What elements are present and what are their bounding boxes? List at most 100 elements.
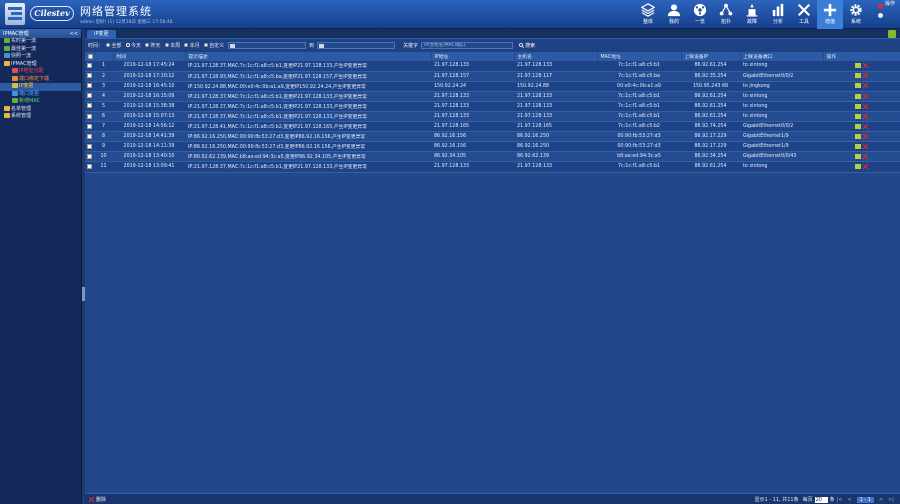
next-page-icon[interactable]: > bbox=[878, 497, 884, 503]
select-all-checkbox[interactable] bbox=[88, 53, 93, 59]
nav-tools[interactable]: 工具 bbox=[791, 0, 817, 29]
edit-icon[interactable] bbox=[854, 123, 861, 129]
edit-icon[interactable] bbox=[854, 93, 861, 99]
nav-system[interactable]: 系统 bbox=[843, 0, 869, 29]
cell-host: 21.97.128.133 bbox=[514, 91, 597, 102]
prev-page-icon[interactable]: < bbox=[847, 497, 853, 503]
alarm-indicator[interactable]: 操作 bbox=[877, 2, 897, 28]
row-checkbox[interactable] bbox=[87, 113, 92, 119]
delete-icon[interactable] bbox=[863, 123, 869, 129]
tab-ip-change[interactable]: IP变更 bbox=[87, 30, 116, 39]
column-header[interactable]: 时间 bbox=[113, 52, 186, 61]
edit-icon[interactable] bbox=[854, 103, 861, 109]
row-checkbox[interactable] bbox=[87, 143, 92, 149]
sidebar-item[interactable]: IP地址分配 bbox=[0, 68, 81, 76]
nav-value-added[interactable]: 增值 bbox=[817, 0, 843, 29]
sidebar-item[interactable]: 名单管理 bbox=[0, 105, 81, 114]
sidebar-tree: 实时第一流 最佳第一流 快照一流 IPMAC管理 IP地址分配 端口绑定下端 IP变更 端口变… bbox=[0, 38, 81, 121]
sidebar-item[interactable]: 最佳第一流 bbox=[0, 45, 81, 54]
column-header[interactable]: 操作 bbox=[823, 52, 900, 61]
row-checkbox[interactable] bbox=[87, 93, 92, 99]
delete-icon[interactable] bbox=[863, 93, 869, 99]
row-checkbox[interactable] bbox=[87, 62, 92, 68]
edit-icon[interactable] bbox=[854, 83, 861, 89]
sidebar-item[interactable]: 快照一流 bbox=[0, 53, 81, 61]
delete-icon[interactable] bbox=[863, 164, 869, 170]
nav-analysis[interactable]: 分析 bbox=[765, 0, 791, 29]
nav-overview[interactable]: 一览 bbox=[687, 0, 713, 29]
edit-icon[interactable] bbox=[854, 63, 861, 69]
last-page-icon[interactable]: >| bbox=[888, 497, 894, 503]
time-range-option[interactable]: 全部 bbox=[106, 42, 122, 49]
edit-icon[interactable] bbox=[854, 154, 861, 160]
table-row[interactable]: 5 2019-12-18 15:38:38 IP:21.97.128.37,MAC:… bbox=[85, 101, 900, 112]
edit-icon[interactable] bbox=[854, 144, 861, 150]
column-header[interactable] bbox=[85, 52, 95, 61]
trash-icon[interactable] bbox=[888, 30, 896, 38]
table-row[interactable]: 7 2019-12-18 14:56:12 IP:21.97.128.41,MAC:… bbox=[85, 121, 900, 133]
radio-label: 自定义 bbox=[209, 42, 225, 49]
table-row[interactable]: 2 2019-12-18 17:10:12 IP:21.97.128.93,MAC:… bbox=[85, 71, 900, 82]
cell-uip: 86.92.61.254 bbox=[681, 111, 740, 123]
time-range-option[interactable]: 本周 bbox=[164, 42, 180, 49]
keyword-input[interactable]: IP/主机名/MAC/端口 bbox=[421, 42, 514, 49]
delete-button[interactable]: 删除 bbox=[88, 496, 106, 503]
delete-icon[interactable] bbox=[863, 144, 869, 150]
column-header[interactable]: IP地址 bbox=[431, 52, 515, 61]
table-row[interactable]: 11 2019-12-18 13:09:41 IP:21.97.128.37,MAC… bbox=[85, 161, 900, 173]
row-checkbox[interactable] bbox=[87, 103, 92, 109]
edit-icon[interactable] bbox=[854, 73, 861, 79]
nav-mine[interactable]: 我的 bbox=[661, 0, 687, 29]
column-header[interactable] bbox=[94, 52, 114, 61]
sidebar-item[interactable]: IP变更 bbox=[0, 83, 81, 91]
column-header[interactable]: 上联设备IP bbox=[681, 52, 741, 61]
table-row[interactable]: 9 2019-12-18 14:11:39 IP:86.92.16.250,MAC:… bbox=[85, 141, 900, 153]
first-page-icon[interactable]: |< bbox=[837, 497, 843, 503]
delete-icon[interactable] bbox=[863, 63, 869, 69]
time-range-option[interactable]: 昨天 bbox=[145, 42, 161, 49]
table-row[interactable]: 3 2019-12-18 16:45:10 IP:150.92.24.88,MAC:… bbox=[85, 81, 900, 92]
search-button[interactable]: 搜索 bbox=[519, 42, 535, 49]
column-header[interactable]: 上联设备端口 bbox=[740, 52, 824, 61]
row-checkbox[interactable] bbox=[87, 153, 92, 159]
time-range-option[interactable]: 本月 bbox=[184, 42, 200, 49]
edit-icon[interactable] bbox=[854, 133, 861, 139]
column-header[interactable]: 主机名 bbox=[514, 52, 598, 61]
row-checkbox[interactable] bbox=[87, 73, 92, 79]
edit-icon[interactable] bbox=[854, 164, 861, 170]
time-range-option[interactable]: 今天 bbox=[125, 42, 141, 49]
time-range-option[interactable]: 自定义 bbox=[203, 42, 225, 49]
column-header[interactable]: MAC地址 bbox=[597, 52, 682, 61]
start-date-input[interactable] bbox=[228, 42, 307, 49]
nav-topology[interactable]: 拓扑 bbox=[713, 0, 739, 29]
nav-fault[interactable]: 故障 bbox=[739, 0, 765, 29]
nav-overall[interactable]: 整体 bbox=[635, 0, 661, 29]
edit-icon[interactable] bbox=[854, 113, 861, 119]
row-select-cell bbox=[85, 111, 94, 123]
sidebar-item[interactable]: 新增MAC bbox=[0, 98, 81, 106]
end-date-input[interactable] bbox=[317, 42, 396, 49]
collapse-icon[interactable]: << bbox=[70, 31, 78, 37]
table-row[interactable]: 1 2019-12-18 17:45:24 IP:21.97.128.37,MAC:… bbox=[85, 61, 900, 72]
row-checkbox[interactable] bbox=[87, 163, 92, 169]
sidebar-item[interactable]: IPMAC管理 bbox=[0, 60, 81, 69]
table-row[interactable]: 8 2019-12-18 14:41:39 IP:86.92.16.250,MAC:… bbox=[85, 131, 900, 143]
table-row[interactable]: 6 2019-12-18 15:07:13 IP:21.97.128.37,MAC:… bbox=[85, 111, 900, 123]
sidebar-item[interactable]: 端口变更 bbox=[0, 90, 81, 99]
delete-icon[interactable] bbox=[863, 113, 869, 119]
delete-icon[interactable] bbox=[863, 154, 869, 160]
delete-icon[interactable] bbox=[863, 73, 869, 79]
row-checkbox[interactable] bbox=[87, 133, 92, 139]
delete-icon[interactable] bbox=[863, 83, 869, 89]
row-checkbox[interactable] bbox=[87, 123, 92, 129]
row-checkbox[interactable] bbox=[87, 83, 92, 89]
sidebar-item[interactable]: 系统管理 bbox=[0, 113, 81, 121]
column-header[interactable]: 提示描述 bbox=[185, 52, 432, 61]
per-page-select[interactable]: 20 bbox=[814, 496, 828, 503]
table-row[interactable]: 4 2019-12-18 16:15:09 IP:21.97.128.37,MAC:… bbox=[85, 91, 900, 102]
delete-icon[interactable] bbox=[863, 133, 869, 139]
delete-icon[interactable] bbox=[863, 103, 869, 109]
table-row[interactable]: 10 2019-12-18 13:40:10 IP:86.92.62.139,MAC… bbox=[85, 151, 900, 163]
sidebar-item[interactable]: 端口绑定下端 bbox=[0, 75, 81, 84]
sidebar-item[interactable]: 实时第一流 bbox=[0, 38, 81, 46]
